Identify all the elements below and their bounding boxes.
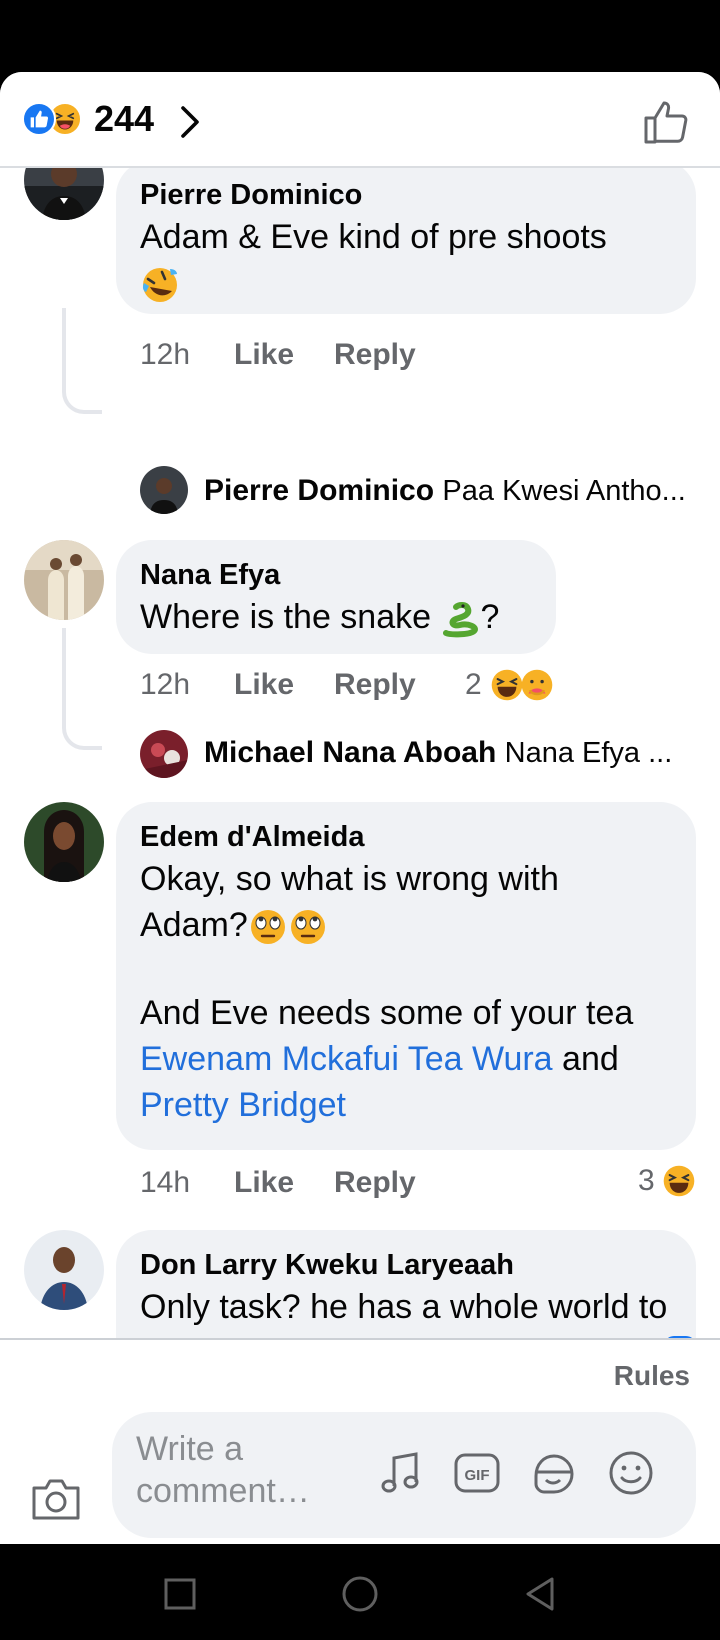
- comment-bubble[interactable]: Edem d'Almeida Okay, so what is wrong wi…: [116, 802, 696, 1150]
- reaction-count[interactable]: 2: [465, 668, 482, 702]
- thumbs-up-icon[interactable]: [642, 96, 692, 146]
- comment-text: Only task? he has a whole world to manag…: [140, 1288, 668, 1338]
- comment-composer: Rules Write a comment… GIF: [0, 1338, 720, 1544]
- reply-preview-text: Nana Efya ...: [504, 737, 673, 769]
- comment-actions: 12h Like Reply: [140, 338, 540, 378]
- like-button[interactable]: Like: [234, 338, 294, 372]
- svg-text:GIF: GIF: [465, 1467, 490, 1484]
- comment-time: 12h: [140, 338, 191, 371]
- home-icon[interactable]: [340, 1574, 380, 1614]
- comment-actions: [140, 600, 540, 640]
- haha-icon: [663, 1165, 695, 1197]
- recents-icon[interactable]: [160, 1574, 200, 1614]
- mention-link[interactable]: Ewenam Mckafui Tea Wura: [140, 1040, 553, 1078]
- eye-roll-emoji: [288, 907, 328, 947]
- like-button[interactable]: Like: [234, 668, 294, 702]
- reply-author: Pierre Dominico: [204, 474, 435, 507]
- like-icon: [22, 102, 56, 136]
- comment-line: And Eve needs some of your tea: [140, 994, 634, 1032]
- status-bar: [0, 0, 720, 72]
- comments-sheet: 244 Pierre Dominico Adam & Eve kind of p…: [0, 72, 720, 1544]
- comment-time: 14h: [140, 1166, 191, 1199]
- haha-icon: [491, 669, 523, 701]
- rules-link[interactable]: Rules: [614, 1360, 690, 1392]
- emoji-icon[interactable]: [606, 1448, 656, 1498]
- comment-actions: 14h Like Reply: [140, 1166, 540, 1206]
- back-icon[interactable]: [520, 1574, 560, 1614]
- comment-author[interactable]: Pierre Dominico: [140, 176, 672, 214]
- like-button[interactable]: Like: [234, 1166, 294, 1200]
- reply-author: Michael Nana Aboah: [204, 736, 497, 769]
- comment-input-placeholder: Write a comment…: [136, 1430, 310, 1510]
- comment-line-text: and: [552, 1040, 619, 1078]
- comment-line: Adam?: [140, 902, 672, 948]
- chevron-right-icon[interactable]: [176, 102, 204, 142]
- comment-list: Pierre Dominico Adam & Eve kind of pre s…: [0, 168, 720, 1338]
- mention-link[interactable]: Pretty Bridget: [140, 1086, 346, 1124]
- comment-text: Adam & Eve kind of pre shoots: [140, 214, 672, 306]
- comment-text-content: Adam & Eve kind of pre shoots: [140, 218, 607, 256]
- comment-line: Okay, so what is wrong with: [140, 860, 559, 898]
- comment-time: 12h: [140, 668, 191, 701]
- reaction-summary[interactable]: [22, 102, 86, 138]
- comment-bubble[interactable]: Pierre Dominico Adam & Eve kind of pre s…: [116, 168, 696, 314]
- gif-icon[interactable]: GIF: [452, 1448, 502, 1498]
- comment-line: Ewenam Mckafui Tea Wura and: [140, 1036, 672, 1082]
- music-icon[interactable]: [376, 1448, 426, 1498]
- reactions-header: 244: [0, 72, 720, 168]
- avatar[interactable]: [24, 540, 104, 620]
- reaction-total[interactable]: 244: [94, 98, 154, 140]
- sticker-icon[interactable]: [528, 1448, 578, 1498]
- avatar[interactable]: [24, 802, 104, 882]
- rolling-laugh-emoji: [140, 265, 180, 305]
- thread-line: [62, 308, 102, 414]
- reply-preview-text: Paa Kwesi Antho...: [442, 475, 686, 507]
- care-icon: [521, 669, 553, 701]
- reply-preview[interactable]: Michael Nana Aboah Nana Efya ...: [204, 736, 694, 770]
- reply-button[interactable]: Reply: [334, 668, 416, 702]
- reply-button[interactable]: Reply: [334, 1166, 416, 1200]
- comment-line-text: Adam?: [140, 906, 248, 944]
- avatar[interactable]: [24, 1230, 104, 1310]
- avatar[interactable]: [24, 168, 104, 220]
- comment-author[interactable]: Don Larry Kweku Laryeaah: [140, 1246, 672, 1284]
- reply-preview[interactable]: Pierre Dominico Paa Kwesi Antho...: [204, 474, 694, 508]
- system-nav-bar: [0, 1544, 720, 1640]
- reaction-count[interactable]: 3: [638, 1164, 655, 1198]
- comment-line: Pretty Bridget: [140, 1082, 672, 1128]
- camera-icon[interactable]: [30, 1476, 82, 1522]
- reply-avatar[interactable]: [140, 730, 188, 778]
- comment-author[interactable]: Edem d'Almeida: [140, 818, 672, 856]
- comment-input[interactable]: Write a comment… GIF: [112, 1412, 696, 1538]
- reply-avatar[interactable]: [140, 466, 188, 514]
- comment-bubble[interactable]: Don Larry Kweku Laryeaah Only task? he h…: [116, 1230, 696, 1338]
- eye-roll-emoji: [248, 907, 288, 947]
- thread-line: [62, 628, 102, 750]
- reply-button[interactable]: Reply: [334, 338, 416, 372]
- comment-author[interactable]: Nana Efya: [140, 556, 532, 594]
- comment-text: Okay, so what is wrong with Adam? And Ev…: [140, 856, 672, 1128]
